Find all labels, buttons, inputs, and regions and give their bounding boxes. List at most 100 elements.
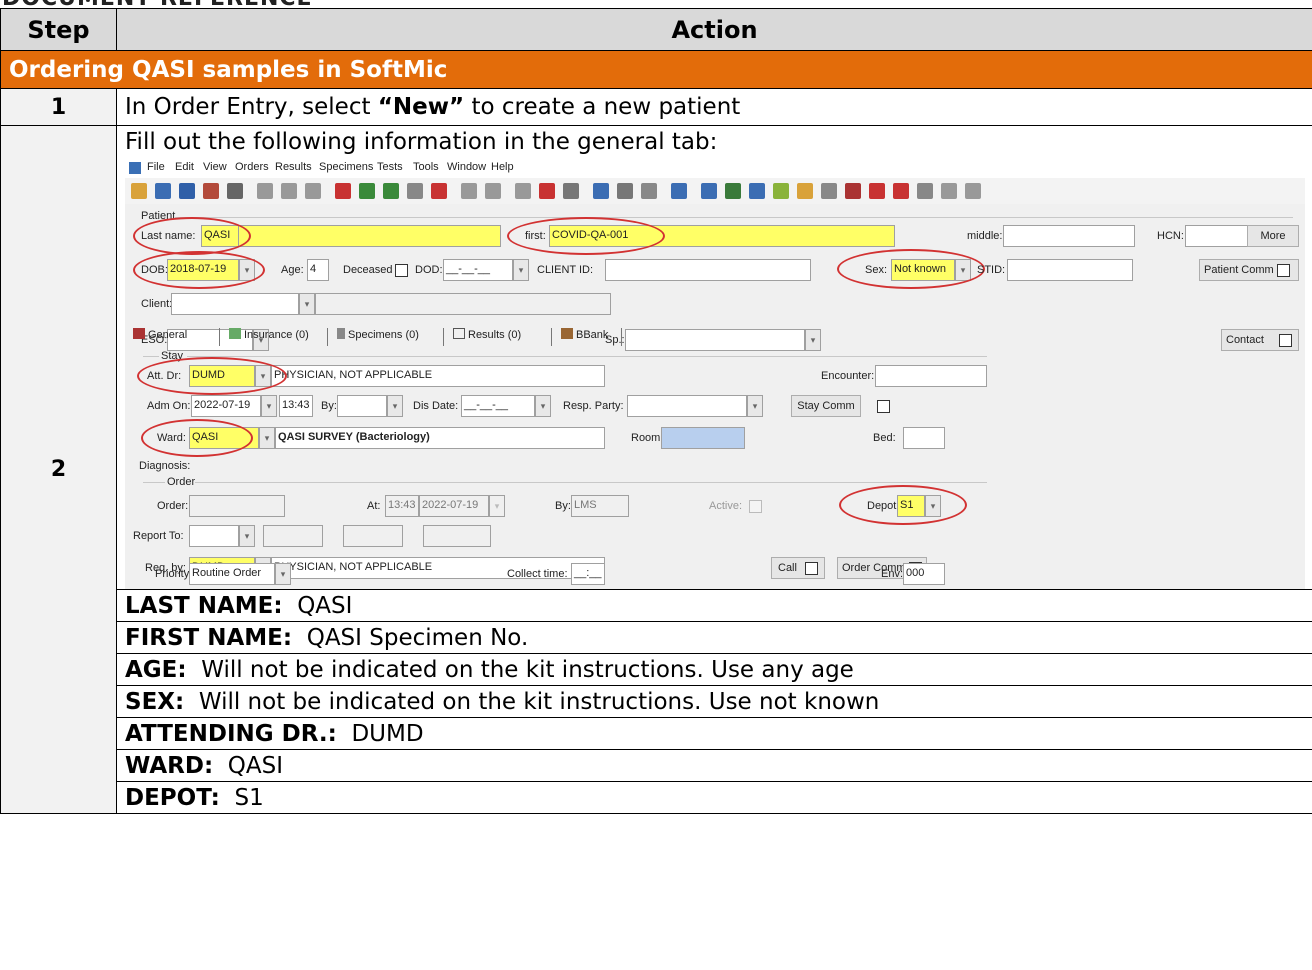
toolbar-report-icon[interactable]: [359, 183, 375, 199]
step-number: 2: [0, 125, 117, 814]
tab-general[interactable]: General: [133, 328, 187, 341]
encounter-field[interactable]: [875, 365, 987, 387]
att-dr-name-field: PHYSICIAN, NOT APPLICABLE: [271, 365, 605, 387]
menu-edit[interactable]: Edit: [175, 161, 194, 173]
adm-by-field[interactable]: [337, 395, 387, 417]
order-by-field: LMS: [571, 495, 629, 517]
toolbar-tool-icon[interactable]: [383, 183, 399, 199]
menu-tests[interactable]: Tests: [377, 161, 403, 173]
toolbar-pen-icon[interactable]: [965, 183, 981, 199]
toolbar-save-icon[interactable]: [179, 183, 195, 199]
toolbar-exit-icon[interactable]: [641, 183, 657, 199]
dod-field[interactable]: __-__-__: [443, 259, 513, 281]
chevron-down-icon[interactable]: ▾: [387, 395, 403, 417]
client-id-field[interactable]: [605, 259, 811, 281]
table-row: WARD: QASI: [1, 749, 1312, 782]
stid-field[interactable]: [1007, 259, 1133, 281]
toolbar-filter-icon[interactable]: [845, 183, 861, 199]
chevron-down-icon[interactable]: ▾: [299, 293, 315, 315]
results-icon: [453, 328, 465, 339]
patient-comm-checkbox[interactable]: [1277, 264, 1290, 277]
toolbar-edit-icon[interactable]: [407, 183, 423, 199]
toolbar-print-icon[interactable]: [227, 183, 243, 199]
toolbar-transfer-icon[interactable]: [701, 183, 717, 199]
toolbar-check-icon[interactable]: [773, 183, 789, 199]
tab-specimens[interactable]: Specimens (0): [337, 328, 419, 341]
resp-party-field[interactable]: [627, 395, 747, 417]
toolbar-delete-icon[interactable]: [431, 183, 447, 199]
chevron-down-icon[interactable]: ▾: [261, 395, 277, 417]
menu-file[interactable]: File: [147, 161, 165, 173]
toolbar-flag-icon[interactable]: [335, 183, 351, 199]
toolbar-triangle-icon[interactable]: [869, 183, 885, 199]
tab-insurance[interactable]: Insurance (0): [229, 328, 309, 341]
toolbar-tube-icon[interactable]: [917, 183, 933, 199]
column-header-step: Step: [0, 8, 117, 51]
collect-time-field[interactable]: __:__: [571, 563, 605, 585]
toolbar-back-icon[interactable]: [461, 183, 477, 199]
tab-results[interactable]: Results (0): [453, 328, 521, 341]
toolbar-forward-icon[interactable]: [485, 183, 501, 199]
toolbar-chart-icon[interactable]: [725, 183, 741, 199]
last-name-field-ext[interactable]: [239, 225, 501, 247]
menu-results[interactable]: Results: [275, 161, 312, 173]
toolbar-box-icon[interactable]: [821, 183, 837, 199]
dis-date-field[interactable]: __-__-__: [461, 395, 535, 417]
room-field[interactable]: [661, 427, 745, 449]
toolbar-refresh-icon[interactable]: [563, 183, 579, 199]
menu-tools[interactable]: Tools: [413, 161, 439, 173]
table-row: 2 Fill out the following information in …: [0, 125, 1312, 814]
order-by-label: By:: [555, 500, 571, 512]
chevron-down-icon: ▾: [489, 495, 505, 517]
toolbar-person-icon[interactable]: [941, 183, 957, 199]
menu-orders[interactable]: Orders: [235, 161, 269, 173]
toolbar-check2-icon[interactable]: [797, 183, 813, 199]
toolbar-new-icon[interactable]: [155, 183, 171, 199]
client-field[interactable]: [171, 293, 299, 315]
stay-comm-button[interactable]: Stay Comm: [791, 395, 861, 417]
chevron-down-icon[interactable]: ▾: [239, 525, 255, 547]
age-field[interactable]: 4: [307, 259, 329, 281]
adm-by-label: By:: [321, 400, 337, 412]
middle-name-label: middle:: [967, 230, 1003, 242]
toolbar-open-icon[interactable]: [131, 183, 147, 199]
env-field[interactable]: 000: [903, 563, 945, 585]
tab-bbank-label: BBank: [576, 329, 609, 341]
toolbar-cancel-icon[interactable]: [539, 183, 555, 199]
toolbar-paste-icon[interactable]: [305, 183, 321, 199]
menu-view[interactable]: View: [203, 161, 227, 173]
menu-specimens[interactable]: Specimens: [319, 161, 373, 173]
step-2-intro: Fill out the following information in th…: [125, 129, 718, 155]
toolbar-copy-icon[interactable]: [281, 183, 297, 199]
toolbar-send-icon[interactable]: [203, 183, 219, 199]
adm-date-field[interactable]: 2022-07-19: [191, 395, 261, 417]
info-value: QASI: [227, 752, 283, 779]
toolbar-query-icon[interactable]: [593, 183, 609, 199]
middle-name-field[interactable]: [1003, 225, 1135, 247]
bed-field[interactable]: [903, 427, 945, 449]
deceased-checkbox[interactable]: [395, 264, 408, 277]
adm-time-field[interactable]: 13:43: [279, 395, 313, 417]
tab-separator: [327, 328, 328, 346]
toolbar-m-icon[interactable]: [515, 183, 531, 199]
stay-comm-checkbox[interactable]: [877, 400, 890, 413]
menu-help[interactable]: Help: [491, 161, 514, 173]
report-to-field[interactable]: [189, 525, 239, 547]
tab-bbank[interactable]: BBank: [561, 328, 608, 341]
menu-window[interactable]: Window: [447, 161, 486, 173]
section-row: Ordering QASI samples in SoftMic: [0, 50, 1312, 89]
chevron-down-icon[interactable]: ▾: [747, 395, 763, 417]
dod-label: DOD:: [415, 264, 443, 276]
toolbar-copy2-icon[interactable]: [671, 183, 687, 199]
chevron-down-icon[interactable]: ▾: [535, 395, 551, 417]
toolbar-chart2-icon[interactable]: [749, 183, 765, 199]
priority-select[interactable]: Routine Order: [189, 563, 275, 585]
chevron-down-icon[interactable]: ▾: [259, 427, 275, 449]
more-button[interactable]: More: [1247, 225, 1299, 247]
step-1-text-post: to create a new patient: [464, 94, 741, 120]
chevron-down-icon[interactable]: ▾: [275, 563, 291, 585]
toolbar-cut-icon[interactable]: [257, 183, 273, 199]
toolbar-circle-icon[interactable]: [893, 183, 909, 199]
toolbar-help-icon[interactable]: [617, 183, 633, 199]
chevron-down-icon[interactable]: ▾: [513, 259, 529, 281]
